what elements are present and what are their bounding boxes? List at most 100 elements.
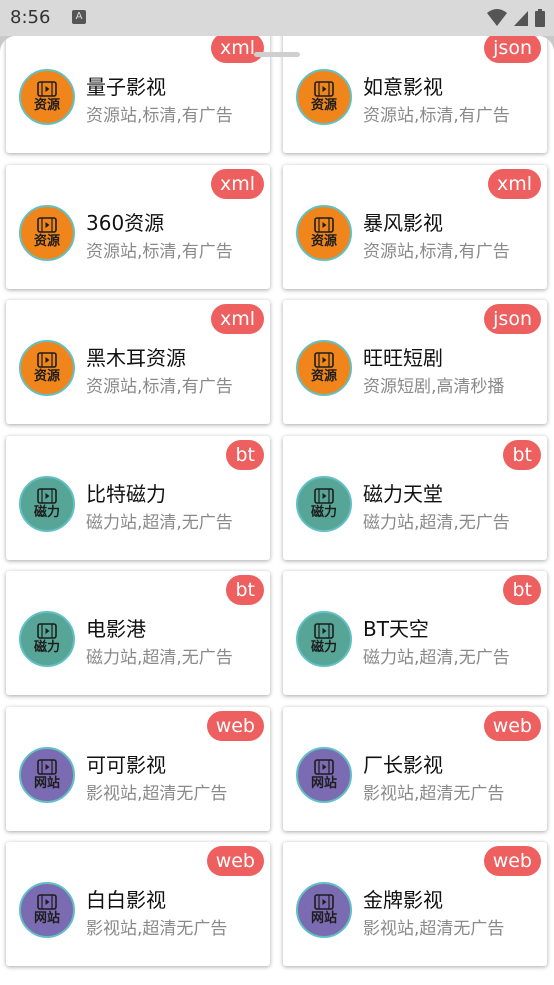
status-bar: 8:56 A	[0, 0, 554, 36]
film-icon	[37, 216, 57, 233]
status-time: 8:56	[10, 7, 51, 28]
source-card[interactable]: web 网站 金牌影视影视站,超清无广告	[283, 842, 547, 966]
source-avatar: 磁力	[296, 611, 352, 667]
source-avatar: 磁力	[19, 611, 75, 667]
source-title: 电影港	[86, 617, 146, 641]
source-title: 如意影视	[363, 75, 443, 99]
film-icon	[314, 216, 334, 233]
source-type-badge: web	[206, 846, 264, 876]
source-avatar: 资源	[296, 340, 352, 396]
source-avatar: 网站	[296, 882, 352, 938]
source-description: 资源站,标清,有广告	[86, 106, 233, 126]
source-type-badge: xml	[487, 168, 541, 199]
source-type-badge: xml	[210, 168, 264, 199]
source-title: 比特磁力	[86, 481, 166, 506]
avatar-label: 资源	[33, 98, 60, 113]
source-description: 磁力站,超清,无广告	[86, 512, 233, 533]
notification-icon: A	[72, 10, 86, 24]
source-description: 资源站,标清,有广告	[86, 377, 233, 397]
film-icon	[37, 894, 57, 910]
source-description: 影视站,超清无广告	[86, 783, 228, 804]
source-title: 暴风影视	[363, 210, 443, 235]
source-card[interactable]: web 网站 可可影视影视站,超清无广告	[6, 706, 270, 831]
source-list-sheet[interactable]: xml 资源 量子影视 资源站,标清,有广告 json 资源 如意影视 资源站,标清,有广告 x…	[0, 36, 554, 985]
source-title: 旺旺短剧	[363, 346, 443, 370]
source-description: 影视站,超清无广告	[86, 919, 228, 939]
source-card[interactable]: xml 资源 黑木耳资源 资源站,标清,有广告	[6, 300, 270, 424]
source-title: 可可影视	[86, 752, 166, 777]
source-description: 磁力站,超清,无广告	[363, 648, 510, 668]
film-icon	[314, 487, 334, 504]
source-type-badge: json	[484, 36, 541, 63]
source-card[interactable]: xml 资源 360资源 资源站,标清,有广告	[6, 164, 270, 289]
source-type-badge: xml	[210, 304, 264, 334]
source-avatar: 资源	[19, 204, 75, 261]
film-icon	[314, 758, 334, 775]
source-type-badge: web	[206, 710, 264, 741]
source-type-badge: bt	[226, 439, 264, 470]
avatar-label: 资源	[310, 233, 337, 249]
source-type-badge: bt	[503, 575, 541, 605]
film-icon	[314, 81, 334, 97]
film-icon	[37, 81, 57, 97]
avatar-label: 网站	[33, 911, 60, 926]
source-description: 磁力站,超清,无广告	[363, 512, 510, 533]
source-description: 影视站,超清无广告	[363, 783, 505, 804]
source-description: 资源站,标清,有广告	[363, 241, 510, 262]
source-card[interactable]: bt 磁力 电影港磁力站,超清,无广告	[6, 571, 270, 695]
source-title: 磁力天堂	[363, 481, 443, 506]
avatar-label: 网站	[33, 775, 60, 791]
source-type-badge: bt	[503, 439, 541, 470]
avatar-label: 磁力	[310, 640, 337, 655]
source-card[interactable]: json 资源 如意影视资源站,标清,有广告	[283, 36, 547, 153]
source-avatar: 资源	[296, 69, 352, 125]
wifi-icon	[487, 9, 507, 26]
source-type-badge: json	[484, 304, 541, 334]
source-description: 资源短剧,高清秒播	[363, 377, 505, 397]
film-icon	[314, 623, 334, 639]
source-description: 影视站,超清无广告	[363, 919, 505, 939]
source-title: 厂长影视	[363, 752, 443, 777]
avatar-label: 网站	[310, 911, 337, 926]
source-type-badge: xml	[210, 36, 264, 63]
source-avatar: 网站	[19, 746, 75, 803]
avatar-label: 资源	[310, 369, 337, 384]
drag-handle[interactable]	[254, 52, 300, 57]
film-icon	[37, 487, 57, 504]
source-description: 资源站,标清,有广告	[363, 106, 510, 126]
avatar-label: 磁力	[310, 504, 337, 520]
source-title: 白白影视	[86, 888, 166, 912]
source-card[interactable]: bt 磁力 磁力天堂磁力站,超清,无广告	[283, 435, 547, 560]
source-avatar: 资源	[19, 340, 75, 396]
film-icon	[314, 352, 334, 368]
source-avatar: 网站	[19, 882, 75, 938]
source-card[interactable]: web 网站 白白影视影视站,超清无广告	[6, 842, 270, 966]
source-card[interactable]: web 网站 厂长影视 影视站,超清无广告	[283, 706, 547, 831]
source-avatar: 磁力	[296, 475, 352, 532]
source-type-badge: web	[483, 846, 541, 876]
avatar-label: 网站	[310, 775, 337, 791]
avatar-label: 资源	[33, 233, 60, 249]
source-description: 磁力站,超清,无广告	[86, 648, 233, 668]
film-icon	[37, 623, 57, 639]
avatar-label: 资源	[33, 369, 60, 384]
film-icon	[37, 352, 57, 368]
battery-icon	[535, 9, 545, 27]
source-card[interactable]: xml 资源 暴风影视资源站,标清,有广告	[283, 164, 547, 289]
signal-icon	[514, 11, 528, 26]
source-avatar: 网站	[296, 746, 352, 803]
source-title: 360资源	[86, 210, 165, 235]
source-title: BT天空	[363, 617, 429, 641]
avatar-label: 磁力	[33, 504, 60, 520]
source-card[interactable]: bt 磁力 BT天空磁力站,超清,无广告	[283, 571, 547, 695]
source-avatar: 资源	[19, 69, 75, 125]
source-avatar: 磁力	[19, 475, 75, 532]
source-avatar: 资源	[296, 204, 352, 261]
source-title: 金牌影视	[363, 888, 443, 912]
avatar-label: 资源	[310, 98, 337, 113]
source-card[interactable]: json 资源 旺旺短剧资源短剧,高清秒播	[283, 300, 547, 424]
source-type-badge: bt	[226, 575, 264, 605]
source-card[interactable]: bt 磁力 比特磁力磁力站,超清,无广告	[6, 435, 270, 560]
source-card[interactable]: xml 资源 量子影视 资源站,标清,有广告	[6, 36, 270, 153]
film-icon	[37, 758, 57, 775]
